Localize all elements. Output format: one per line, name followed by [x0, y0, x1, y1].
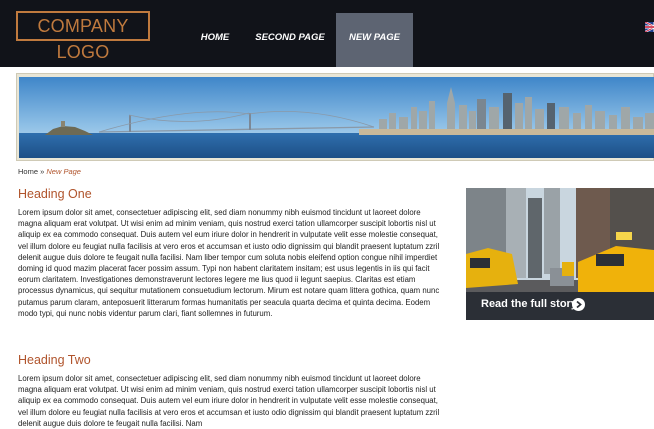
breadcrumb-separator: »	[40, 167, 45, 176]
breadcrumb: Home » New Page	[18, 167, 81, 176]
read-full-story-link[interactable]: Read the full story	[481, 298, 577, 310]
arrow-right-circle-icon[interactable]	[572, 298, 585, 311]
company-logo[interactable]: COMPANY LOGO	[16, 11, 150, 62]
paragraph-one: Lorem ipsum dolor sit amet, consectetuer…	[18, 208, 440, 318]
nav-second-page[interactable]: SECOND PAGE	[250, 13, 330, 67]
site-header: COMPANY LOGO HOME SECOND PAGE NEW PAGE	[0, 0, 654, 67]
breadcrumb-current: New Page	[46, 167, 81, 176]
banner-image	[19, 77, 654, 158]
heading-two: Heading Two	[18, 353, 91, 367]
nav-home[interactable]: HOME	[188, 13, 242, 67]
breadcrumb-home[interactable]: Home	[18, 167, 38, 176]
nav-new-page[interactable]: NEW PAGE	[336, 13, 413, 67]
uk-flag-icon[interactable]	[645, 22, 654, 32]
heading-one: Heading One	[18, 187, 92, 201]
